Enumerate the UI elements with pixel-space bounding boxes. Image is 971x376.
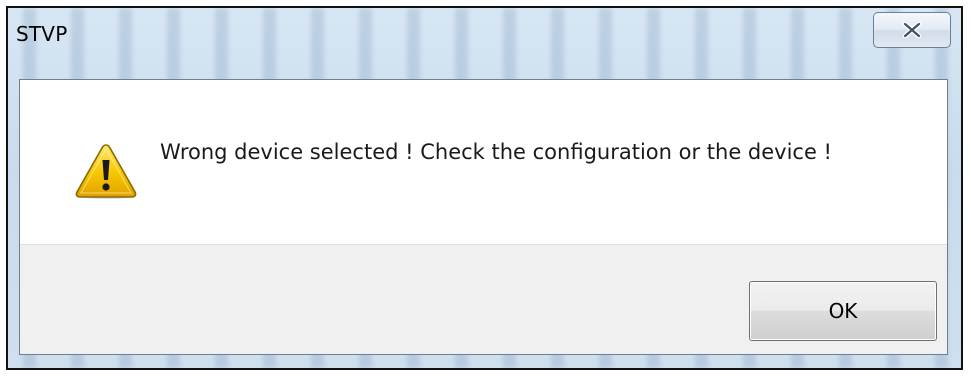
error-message: Wrong device selected ! Check the config… <box>160 140 832 164</box>
message-area: Wrong device selected ! Check the config… <box>20 80 947 246</box>
ok-button[interactable]: OK <box>749 281 937 341</box>
dialog-client-area: Wrong device selected ! Check the config… <box>19 79 948 355</box>
window-title: STVP <box>16 22 68 46</box>
button-area: OK <box>20 244 947 354</box>
dialog-window: STVP Wrong device selected ! Check the c… <box>6 6 963 370</box>
title-bar[interactable]: STVP <box>8 8 961 68</box>
close-icon <box>903 22 921 38</box>
close-button[interactable] <box>873 12 951 48</box>
warning-icon <box>75 144 137 199</box>
